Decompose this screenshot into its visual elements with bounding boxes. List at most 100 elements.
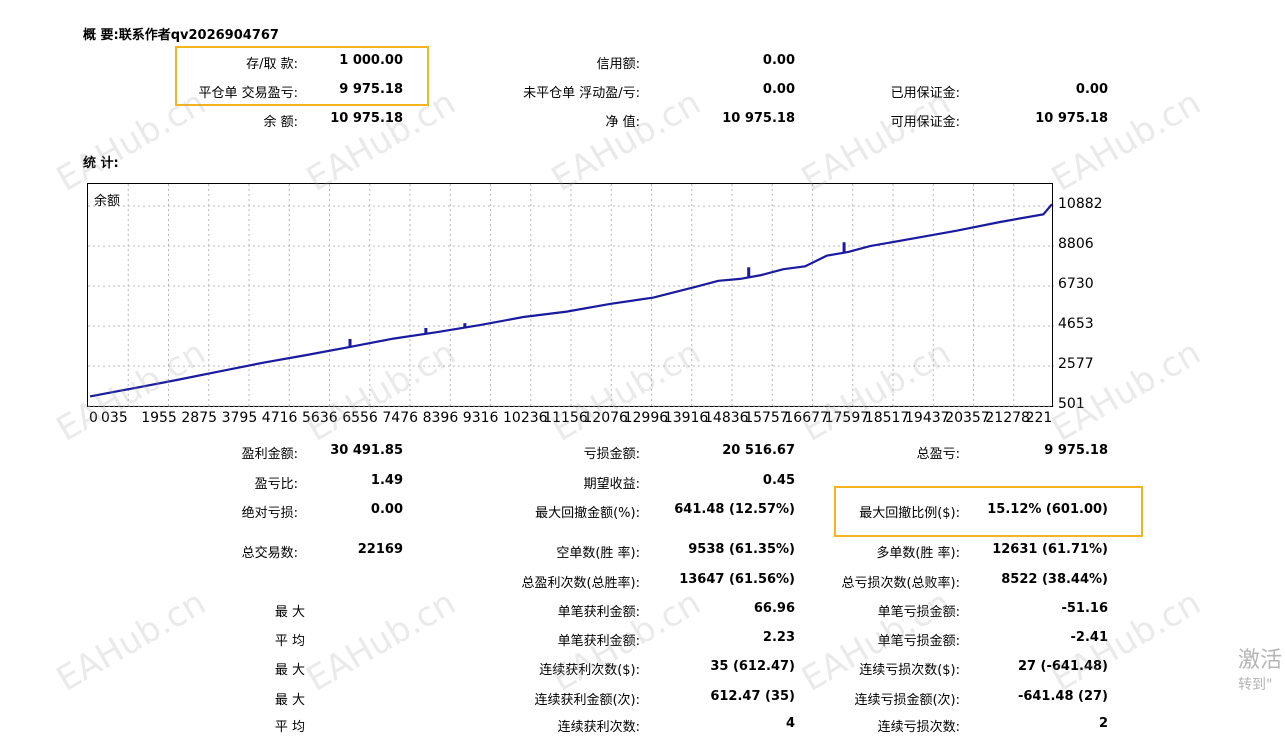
stats-label-r9-c1: 连续获利次数:	[557, 720, 640, 735]
stats-label-r0-c1: 亏损金额:	[583, 447, 640, 462]
x-tick-label: 1955	[141, 410, 177, 426]
stats-label-r5-c0: 最 大	[274, 605, 305, 620]
stats-value-r5-c2: -51.16	[1061, 601, 1108, 616]
stats-label-r8-c1: 连续获利金额(次):	[534, 693, 640, 708]
stats-label-r6-c0: 平 均	[274, 634, 305, 649]
x-tick-label: 22198	[1025, 410, 1053, 426]
watermark: EAHub.cn	[300, 582, 463, 700]
x-tick-label: 8396	[422, 410, 459, 426]
stats-label-r7-c0: 最 大	[274, 663, 305, 678]
stats-value-r4-c1: 13647 (61.56%)	[679, 572, 795, 587]
x-tick-label: 19437	[905, 410, 950, 426]
stats-value-r2-c1: 641.48 (12.57%)	[674, 502, 795, 517]
stats-value-r0-c1: 20 516.67	[722, 443, 795, 458]
stats-value-r8-c2: -641.48 (27)	[1017, 689, 1108, 704]
stats-label-r1-c0: 盈亏比:	[254, 477, 298, 492]
summary-value-r1-c2: 0.00	[1075, 82, 1108, 97]
x-tick-label: 10236	[503, 410, 548, 426]
stats-label-r3-c1: 空单数(胜 率):	[556, 546, 640, 561]
y-tick-label: 4653	[1058, 316, 1094, 332]
stats-label-r9-c2: 连续亏损次数:	[877, 720, 960, 735]
stats-value-r9-c2: 2	[1098, 716, 1108, 731]
summary-title: 概 要:联系作者qv2026904767	[83, 28, 279, 43]
stats-label-r3-c0: 总交易数:	[241, 546, 298, 561]
balance-chart: 余额	[87, 183, 1054, 408]
stats-value-r1-c0: 1.49	[370, 473, 403, 488]
stats-label-r1-c1: 期望收益:	[583, 477, 640, 492]
x-tick-label: 9316	[462, 410, 499, 426]
stats-label-r8-c0: 最 大	[274, 693, 305, 708]
stats-label-r6-c2: 单笔亏损金额:	[877, 634, 960, 649]
summary-label-r1-c1: 未平仓单 浮动盈/亏:	[523, 86, 640, 101]
stats-value-r5-c1: 66.96	[753, 601, 795, 616]
summary-value-r0-c1: 0.00	[762, 53, 795, 68]
stats-label-r2-c2: 最大回撤比例($):	[859, 506, 960, 521]
stats-value-r3-c2: 12631 (61.71%)	[992, 542, 1108, 557]
highlight-box-deposit-profit	[175, 46, 429, 106]
y-tick-label: 2577	[1058, 356, 1094, 372]
summary-label-r2-c1: 净 值:	[605, 115, 640, 130]
stats-value-r3-c1: 9538 (61.35%)	[688, 542, 795, 557]
y-tick-label: 6730	[1058, 275, 1094, 292]
x-tick-label: 11156	[543, 410, 588, 426]
y-tick-label: 501	[1058, 396, 1085, 412]
watermark: EAHub.cn	[50, 582, 213, 700]
summary-value-r2-c2: 10 975.18	[1035, 111, 1108, 126]
x-tick-label: 17597	[824, 410, 870, 426]
stats-label-r9-c0: 平 均	[274, 720, 305, 735]
x-tick-label: 6556	[342, 410, 378, 426]
x-axis-ticks: 0 035 1955 2875 3795 4716 5636 6556 7476 8396 9316…	[87, 410, 1053, 428]
x-tick-label: 2875	[181, 410, 218, 426]
summary-value-r2-c1: 10 975.18	[722, 111, 795, 126]
summary-label-r1-c2: 已用保证金:	[890, 86, 960, 101]
summary-label-r2-c0: 余 额:	[263, 115, 298, 130]
x-tick-label: 20357	[945, 410, 990, 426]
stats-title: 统 计:	[83, 156, 119, 171]
summary-label-r2-c2: 可用保证金:	[890, 115, 960, 130]
x-tick-label: 14836	[704, 410, 749, 426]
stats-label-r5-c1: 单笔获利金额:	[557, 605, 640, 620]
watermark: EAHub.cn	[1045, 332, 1208, 450]
os-activation-subtext: 转到"	[1238, 677, 1273, 693]
chart-title: 余额	[94, 194, 121, 209]
x-tick-label: 3795	[221, 410, 258, 426]
stats-label-r2-c0: 绝对亏损:	[241, 506, 298, 521]
stats-label-r6-c1: 单笔获利金额:	[557, 634, 640, 649]
stats-value-r2-c0: 0.00	[370, 502, 403, 517]
stats-label-r5-c2: 单笔亏损金额:	[877, 605, 960, 620]
stats-value-r7-c1: 35 (612.47)	[710, 659, 795, 674]
balance-chart-svg	[88, 184, 1054, 408]
stats-value-r1-c1: 0.45	[762, 473, 795, 488]
summary-label-r0-c1: 信用额:	[596, 57, 640, 72]
stats-label-r7-c1: 连续获利次数($):	[539, 663, 640, 678]
x-tick-label: 21278	[985, 410, 1030, 426]
stats-label-r7-c2: 连续亏损次数($):	[859, 663, 960, 678]
os-activation-text: 激活	[1238, 648, 1283, 673]
x-tick-label: 0	[89, 410, 98, 426]
stats-value-r4-c2: 8522 (38.44%)	[1001, 572, 1108, 587]
stats-value-r7-c2: 27 (-641.48)	[1017, 659, 1108, 674]
stats-label-r0-c2: 总盈亏:	[916, 447, 960, 462]
stats-value-r0-c0: 30 491.85	[330, 443, 403, 458]
summary-value-r1-c1: 0.00	[762, 82, 795, 97]
stats-value-r2-c2: 15.12% (601.00)	[987, 502, 1108, 517]
x-tick-label: 12076	[583, 410, 628, 426]
stats-value-r6-c1: 2.23	[762, 630, 795, 645]
summary-value-r2-c0: 10 975.18	[330, 111, 403, 126]
x-tick-label: 5636	[302, 410, 338, 426]
x-tick-label: 13916	[663, 410, 709, 426]
stats-value-r6-c2: -2.41	[1070, 630, 1108, 645]
x-tick-label: 15757	[744, 410, 789, 426]
x-tick-label: 16677	[784, 410, 829, 426]
stats-label-r4-c2: 总亏损次数(总败率):	[841, 576, 960, 591]
stats-label-r8-c2: 连续亏损金额(次):	[854, 693, 960, 708]
watermark: EAHub.cn	[1045, 82, 1208, 200]
stats-value-r9-c1: 4	[785, 716, 795, 731]
x-tick-label: 035	[101, 410, 128, 426]
y-tick-label: 8806	[1058, 235, 1094, 252]
x-tick-label: 12996	[623, 410, 669, 426]
stats-value-r0-c2: 9 975.18	[1044, 443, 1108, 458]
x-tick-label: 18517	[864, 410, 910, 426]
stats-label-r0-c0: 盈利金额:	[241, 447, 298, 462]
stats-value-r3-c0: 22169	[357, 542, 403, 557]
